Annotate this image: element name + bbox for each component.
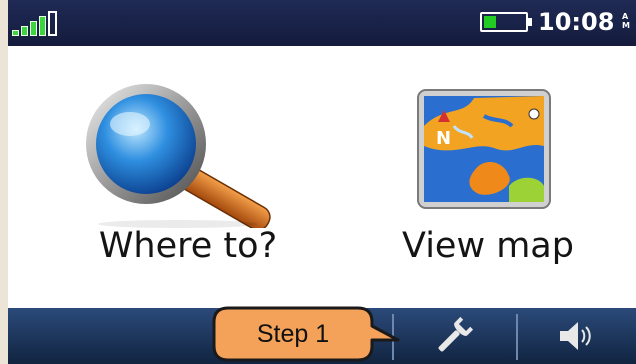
signal-bar xyxy=(39,16,46,36)
battery-icon xyxy=(480,12,532,32)
clock-ampm: A M xyxy=(622,12,632,30)
magnifying-glass-icon xyxy=(86,84,271,228)
clock-ampm-top: A xyxy=(622,12,629,21)
clock-ampm-bottom: M xyxy=(622,21,630,30)
status-bar: 10:08 A M xyxy=(8,0,636,46)
callout-label: Step 1 xyxy=(256,320,330,348)
signal-bar xyxy=(21,26,28,36)
volume-button[interactable] xyxy=(518,308,636,364)
battery-fill xyxy=(484,16,496,28)
where-to-label: Where to? xyxy=(98,226,278,266)
view-map-button[interactable]: N View map xyxy=(348,62,628,284)
clock: 10:08 xyxy=(538,8,615,36)
battery-tip xyxy=(528,18,532,26)
svg-text:N: N xyxy=(436,128,451,149)
speaker-icon xyxy=(560,322,591,350)
view-map-label: View map xyxy=(402,226,574,266)
map-icon: N xyxy=(417,89,551,209)
where-to-button[interactable]: Where to? xyxy=(48,62,328,284)
signal-bar xyxy=(12,30,19,36)
signal-strength-icon xyxy=(12,10,72,36)
signal-bar xyxy=(48,11,57,36)
signal-bar xyxy=(30,21,37,36)
step-callout: Step 1 xyxy=(206,300,416,364)
wrench-icon xyxy=(438,316,474,352)
